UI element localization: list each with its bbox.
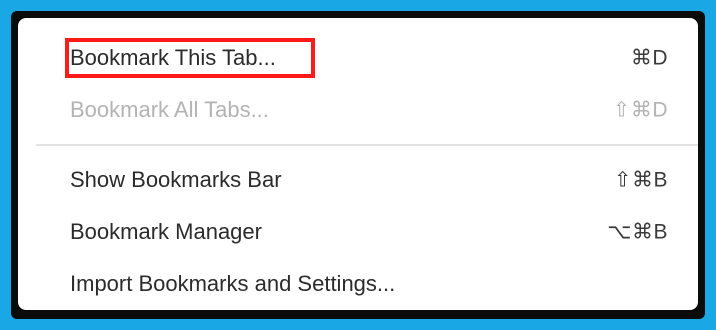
menu-item-shortcut: ⇧⌘B [613, 168, 668, 192]
menu-item-label: Import Bookmarks and Settings... [70, 271, 396, 296]
menu-item-label: Show Bookmarks Bar [70, 167, 282, 192]
menu-item-label: Bookmark All Tabs... [70, 97, 269, 122]
highlight-annotation-box [65, 38, 315, 78]
menu-item-show-bookmarks-bar[interactable]: Show Bookmarks Bar ⇧⌘B [18, 156, 698, 204]
menu-item-bookmark-all-tabs: Bookmark All Tabs... ⇧⌘D [18, 86, 698, 134]
menu-separator [36, 144, 698, 146]
menu-item-shortcut: ⇧⌘D [612, 98, 668, 122]
menu-item-import-bookmarks[interactable]: Import Bookmarks and Settings... [18, 260, 698, 308]
menu-item-shortcut: ⌥⌘B [607, 220, 668, 244]
menu-item-label: Bookmark Manager [70, 219, 262, 244]
menu-item-shortcut: ⌘D [630, 46, 668, 70]
bookmarks-menu: Bookmark This Tab... ⌘D Bookmark All Tab… [18, 18, 698, 310]
menu-item-bookmark-manager[interactable]: Bookmark Manager ⌥⌘B [18, 208, 698, 256]
